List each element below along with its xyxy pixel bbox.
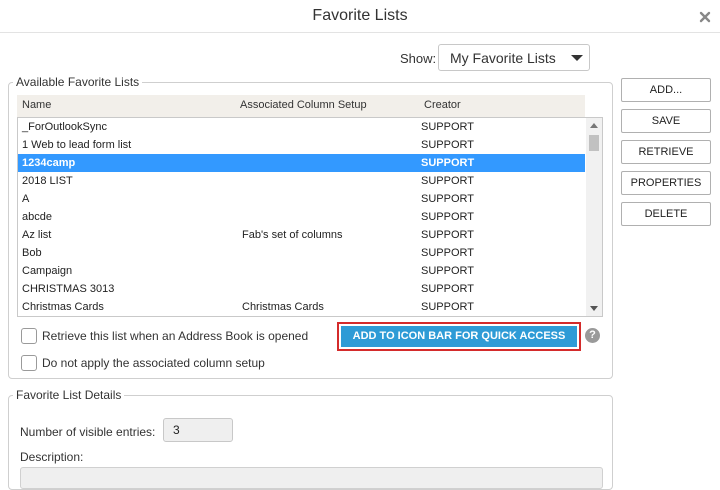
cell-name: CHRISTMAS 3013 bbox=[22, 283, 115, 295]
cell-creator: SUPPORT bbox=[421, 121, 474, 133]
table-row[interactable]: CHRISTMAS 3013 SUPPORT bbox=[18, 280, 585, 298]
cell-name: 1 Web to lead form list bbox=[22, 139, 132, 151]
column-header-creator[interactable]: Creator bbox=[424, 99, 461, 111]
scrollbar-thumb[interactable] bbox=[589, 135, 599, 151]
no-column-setup-checkbox[interactable] bbox=[21, 355, 37, 371]
vertical-scrollbar[interactable] bbox=[586, 118, 602, 316]
table-header: Name Associated Column Setup Creator bbox=[17, 95, 585, 117]
cell-name: Bob bbox=[22, 247, 42, 259]
visible-entries-field[interactable]: 3 bbox=[163, 418, 233, 442]
table-row[interactable]: 1 Web to lead form list SUPPORT bbox=[18, 136, 585, 154]
cell-creator: SUPPORT bbox=[421, 265, 474, 277]
add-to-icon-bar-label: ADD TO ICON BAR FOR QUICK ACCESS bbox=[341, 326, 577, 347]
table-row[interactable]: Bob SUPPORT bbox=[18, 244, 585, 262]
available-lists-legend: Available Favorite Lists bbox=[16, 75, 140, 89]
dialog-title: Favorite Lists bbox=[312, 7, 408, 24]
table-row[interactable]: abcde SUPPORT bbox=[18, 208, 585, 226]
description-field[interactable] bbox=[20, 467, 603, 489]
cell-creator: SUPPORT bbox=[421, 175, 474, 187]
cell-creator: SUPPORT bbox=[421, 301, 474, 313]
close-icon[interactable] bbox=[698, 7, 712, 25]
table-row[interactable]: A SUPPORT bbox=[18, 190, 585, 208]
retrieve-on-open-checkbox[interactable] bbox=[21, 328, 37, 344]
cell-name: 2018 LIST bbox=[22, 175, 73, 187]
table-row[interactable]: Campaign SUPPORT bbox=[18, 262, 585, 280]
properties-button[interactable]: PROPERTIES bbox=[621, 171, 711, 195]
add-button[interactable]: ADD... bbox=[621, 78, 711, 102]
cell-creator: SUPPORT bbox=[421, 283, 474, 295]
add-to-icon-bar-button[interactable]: ADD TO ICON BAR FOR QUICK ACCESS bbox=[337, 322, 581, 351]
retrieve-on-open-label: Retrieve this list when an Address Book … bbox=[42, 329, 309, 343]
chevron-down-icon bbox=[571, 55, 583, 61]
help-icon[interactable]: ? bbox=[585, 328, 600, 343]
show-select-value: My Favorite Lists bbox=[450, 50, 556, 66]
cell-creator: SUPPORT bbox=[421, 211, 474, 223]
cell-creator: SUPPORT bbox=[421, 229, 474, 241]
cell-setup: Fab's set of columns bbox=[242, 229, 343, 241]
table-row[interactable]: Christmas Cards Christmas Cards SUPPORT bbox=[18, 298, 585, 316]
cell-creator: SUPPORT bbox=[421, 193, 474, 205]
cell-creator: SUPPORT bbox=[421, 157, 475, 169]
scroll-up-icon[interactable] bbox=[590, 123, 598, 128]
cell-name: Christmas Cards bbox=[22, 301, 104, 313]
table-row[interactable]: _ForOutlookSync SUPPORT bbox=[18, 118, 585, 136]
cell-name: Az list bbox=[22, 229, 52, 241]
cell-name: Campaign bbox=[22, 265, 73, 277]
show-label: Show: bbox=[400, 51, 437, 66]
cell-creator: SUPPORT bbox=[421, 139, 474, 151]
show-select[interactable]: My Favorite Lists bbox=[438, 44, 590, 71]
cell-name: _ForOutlookSync bbox=[22, 121, 107, 133]
retrieve-button[interactable]: RETRIEVE bbox=[621, 140, 711, 164]
scroll-down-icon[interactable] bbox=[590, 306, 598, 311]
delete-button[interactable]: DELETE bbox=[621, 202, 711, 226]
column-header-name[interactable]: Name bbox=[22, 99, 51, 111]
favorite-lists-table[interactable]: _ForOutlookSync SUPPORT 1 Web to lead fo… bbox=[17, 117, 603, 317]
description-label: Description: bbox=[20, 450, 84, 464]
cell-name: abcde bbox=[22, 211, 52, 223]
list-details-legend: Favorite List Details bbox=[16, 388, 122, 402]
cell-setup: Christmas Cards bbox=[242, 301, 324, 313]
cell-creator: SUPPORT bbox=[421, 247, 474, 259]
dialog-titlebar: Favorite Lists bbox=[0, 0, 720, 33]
table-row[interactable]: 2018 LIST SUPPORT bbox=[18, 172, 585, 190]
table-row[interactable]: Az list Fab's set of columns SUPPORT bbox=[18, 226, 585, 244]
cell-name: 1234camp bbox=[22, 157, 76, 169]
save-button[interactable]: SAVE bbox=[621, 109, 711, 133]
cell-name: A bbox=[22, 193, 30, 205]
visible-entries-label: Number of visible entries: bbox=[20, 425, 156, 439]
column-header-setup[interactable]: Associated Column Setup bbox=[240, 99, 367, 111]
no-column-setup-label: Do not apply the associated column setup bbox=[42, 356, 265, 370]
table-row-selected[interactable]: 1234camp SUPPORT bbox=[18, 154, 585, 172]
